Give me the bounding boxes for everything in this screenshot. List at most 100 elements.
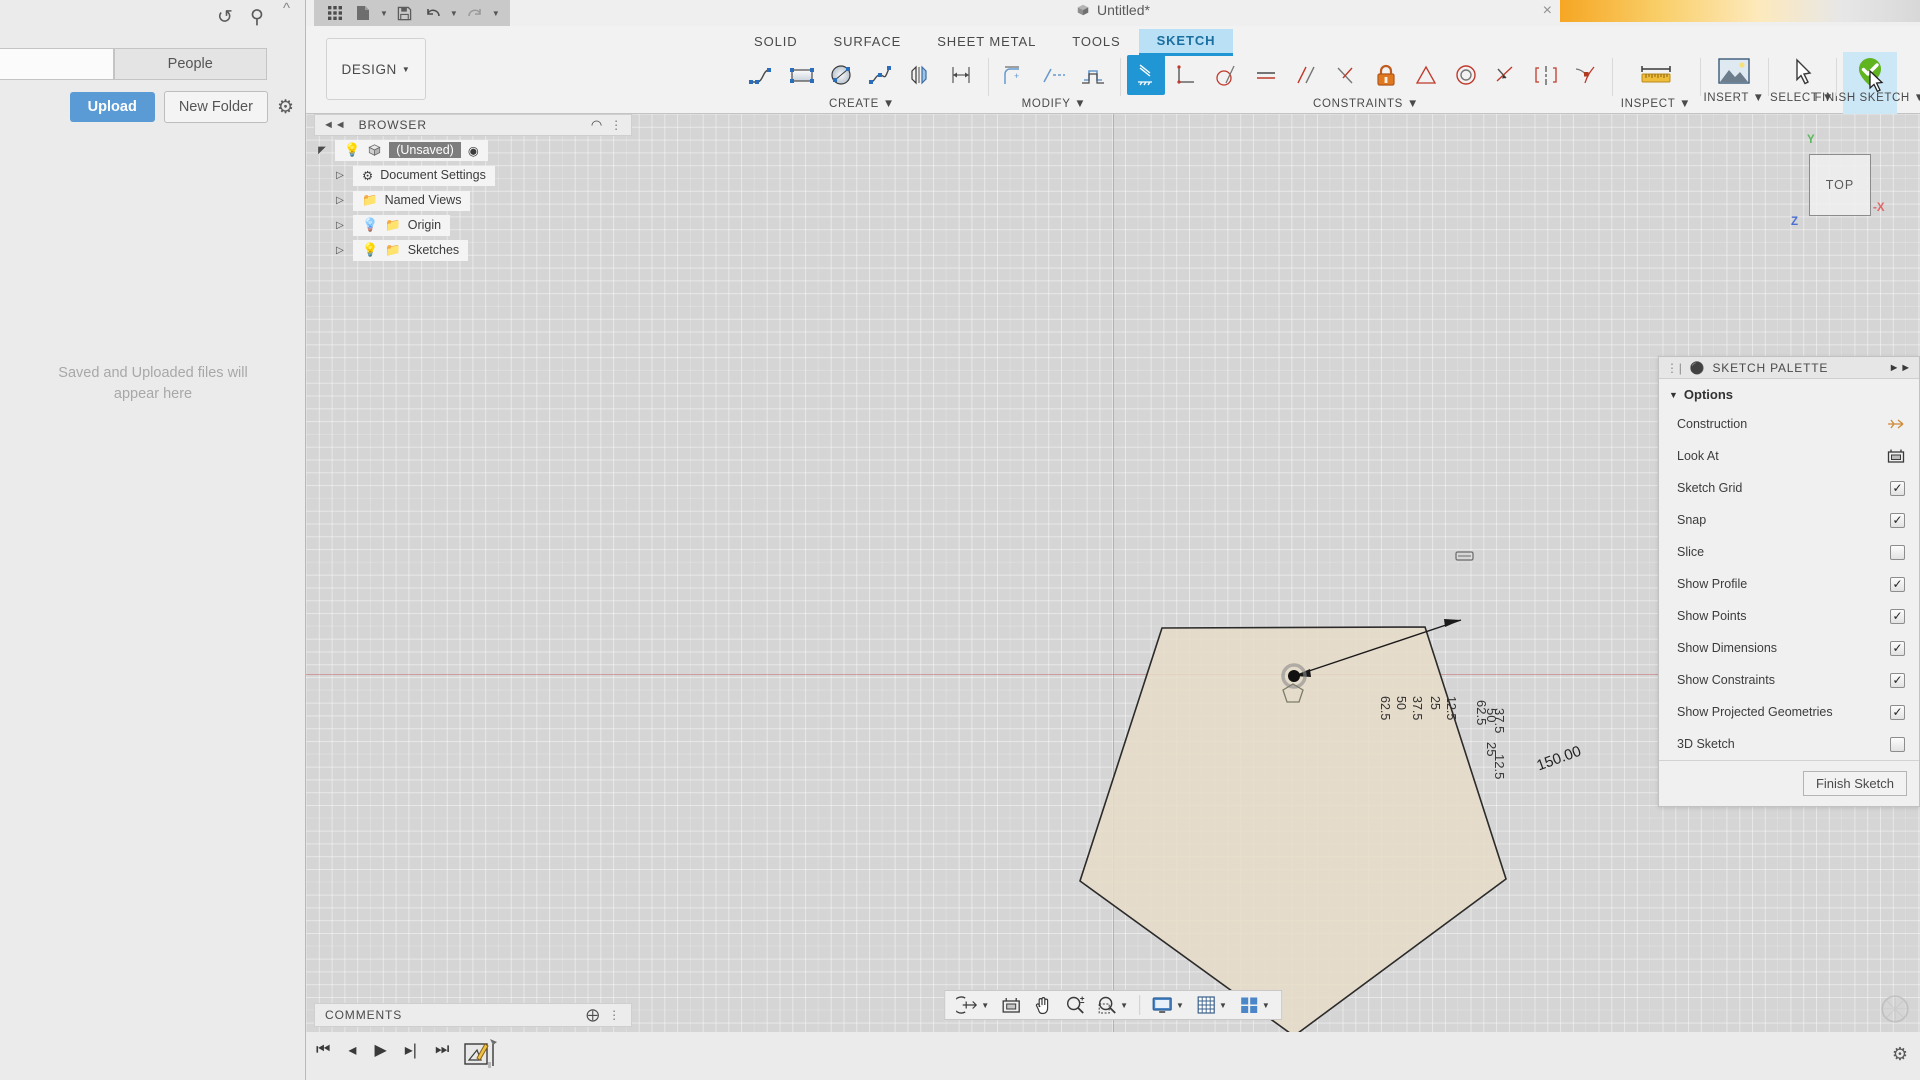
data-panel-tab-data[interactable] xyxy=(0,48,114,80)
workspace-switcher[interactable]: DESIGN ▼ xyxy=(326,38,426,100)
zoom-window-button[interactable]: ▼ xyxy=(1092,992,1133,1018)
timeline-sketch-feature[interactable] xyxy=(464,1036,498,1077)
symmetry-icon[interactable] xyxy=(1527,55,1565,95)
fix-lock-icon[interactable] xyxy=(1367,55,1405,95)
visibility-bulb-icon[interactable]: 💡 xyxy=(362,217,378,233)
browser-menu-icon[interactable]: ◠ xyxy=(591,117,603,133)
viewports-button[interactable]: ▼ xyxy=(1234,992,1275,1018)
collapse-right-icon[interactable]: ►► xyxy=(1889,362,1912,374)
expand-caret-icon[interactable]: ▷ xyxy=(332,170,348,181)
palette-row-show-projected-geometries[interactable]: Show Projected Geometries ✓ xyxy=(1659,696,1919,728)
undo-icon[interactable] xyxy=(420,2,446,24)
look-at-icon[interactable] xyxy=(1887,448,1905,464)
chevron-down-icon[interactable]: ▼ xyxy=(1176,1001,1184,1010)
redo-caret-icon[interactable]: ▼ xyxy=(490,9,502,18)
palette-finish-sketch-button[interactable]: Finish Sketch xyxy=(1803,771,1907,796)
spline-icon[interactable] xyxy=(863,55,901,95)
circle-icon[interactable] xyxy=(823,55,861,95)
tab-surface[interactable]: SURFACE xyxy=(816,30,920,54)
equal-icon[interactable] xyxy=(1247,55,1285,95)
chevron-down-icon[interactable]: ▼ xyxy=(1120,1001,1128,1010)
show-profile-checkbox[interactable]: ✓ xyxy=(1890,577,1905,592)
palette-grip-icon[interactable]: ⋮| xyxy=(1666,361,1683,375)
coincident-icon[interactable] xyxy=(1487,55,1525,95)
group-label-modify[interactable]: MODIFY ▼ xyxy=(1022,98,1087,114)
search-icon[interactable]: ⚲ xyxy=(250,6,264,29)
grid-apps-icon[interactable] xyxy=(322,2,348,24)
expand-caret-icon[interactable]: ▷ xyxy=(332,245,348,256)
tab-sheet-metal[interactable]: SHEET METAL xyxy=(919,30,1054,54)
measure-ruler-icon[interactable] xyxy=(1633,55,1679,95)
new-folder-button[interactable]: New Folder xyxy=(164,91,268,123)
palette-row-snap[interactable]: Snap ✓ xyxy=(1659,504,1919,536)
new-document-caret-icon[interactable]: ▼ xyxy=(378,9,390,18)
show-dimensions-checkbox[interactable]: ✓ xyxy=(1890,641,1905,656)
tree-node-sketches[interactable]: ▷ 💡 📁 Sketches xyxy=(314,240,632,261)
dimension-icon[interactable] xyxy=(943,55,981,95)
palette-row-sketch-grid[interactable]: Sketch Grid ✓ xyxy=(1659,472,1919,504)
display-settings-button[interactable]: ▼ xyxy=(1146,992,1189,1018)
palette-row-show-dimensions[interactable]: Show Dimensions ✓ xyxy=(1659,632,1919,664)
visibility-bulb-icon[interactable]: 💡 xyxy=(362,242,378,258)
view-cube-face-top[interactable]: TOP xyxy=(1809,154,1871,216)
visibility-bulb-icon[interactable]: 💡 xyxy=(344,142,360,158)
midpoint-icon[interactable] xyxy=(1407,55,1445,95)
perpendicular-icon[interactable] xyxy=(1167,55,1205,95)
upload-button[interactable]: Upload xyxy=(70,92,155,122)
line-icon[interactable] xyxy=(743,55,781,95)
visibility-eye-icon[interactable]: ◉ xyxy=(468,143,479,158)
undo-caret-icon[interactable]: ▼ xyxy=(448,9,460,18)
grid-snap-button[interactable]: ▼ xyxy=(1191,992,1232,1018)
show-constraints-checkbox[interactable]: ✓ xyxy=(1890,673,1905,688)
chevron-down-icon[interactable]: ▼ xyxy=(1219,1001,1227,1010)
orbit-button[interactable]: ▼ xyxy=(951,992,994,1018)
palette-row-3d-sketch[interactable]: 3D Sketch xyxy=(1659,728,1919,760)
collinear-icon[interactable] xyxy=(1327,55,1365,95)
step-back-icon[interactable]: ◂ xyxy=(348,1040,356,1060)
tree-node-origin[interactable]: ▷ 💡 📁 Origin xyxy=(314,215,632,236)
browser-grip-icon[interactable]: ⋮ xyxy=(610,118,623,132)
insert-button[interactable]: INSERT ▼ xyxy=(1707,52,1761,114)
palette-row-construction[interactable]: Construction xyxy=(1659,408,1919,440)
sketch-grid-checkbox[interactable]: ✓ xyxy=(1890,481,1905,496)
expand-caret-icon[interactable]: ▷ xyxy=(332,220,348,231)
tree-node-document-settings[interactable]: ▷ ⚙ Document Settings xyxy=(314,165,632,186)
timeline-settings-gear-icon[interactable]: ⚙ xyxy=(1892,1044,1908,1065)
show-projected-geometries-checkbox[interactable]: ✓ xyxy=(1890,705,1905,720)
trim-icon[interactable] xyxy=(1035,55,1073,95)
palette-menu-icon[interactable]: ⚫ xyxy=(1690,361,1706,375)
redo-icon[interactable] xyxy=(462,2,488,24)
zoom-button[interactable] xyxy=(1060,992,1090,1018)
fillet-icon[interactable]: + xyxy=(995,55,1033,95)
rectangle-icon[interactable] xyxy=(783,55,821,95)
close-icon[interactable]: × xyxy=(1543,2,1552,20)
slice-checkbox[interactable] xyxy=(1890,545,1905,560)
tree-node-unsaved[interactable]: ◤ 💡 (Unsaved) ◉ xyxy=(314,140,632,161)
palette-row-show-constraints[interactable]: Show Constraints ✓ xyxy=(1659,664,1919,696)
comments-panel[interactable]: COMMENTS ⨁ ⋮ xyxy=(314,1003,632,1027)
show-points-checkbox[interactable]: ✓ xyxy=(1890,609,1905,624)
group-label-constraints[interactable]: CONSTRAINTS ▼ xyxy=(1313,98,1419,114)
group-label-create[interactable]: CREATE ▼ xyxy=(829,98,895,114)
chevron-up-icon[interactable]: ^ xyxy=(283,0,290,17)
offset-icon[interactable] xyxy=(1075,55,1113,95)
curvature-icon[interactable] xyxy=(1567,55,1605,95)
step-forward-icon[interactable]: ▸| xyxy=(405,1040,417,1060)
pan-button[interactable] xyxy=(1028,992,1058,1018)
play-icon[interactable]: ▶ xyxy=(374,1040,386,1060)
group-label-inspect[interactable]: INSPECT ▼ xyxy=(1621,98,1692,114)
palette-row-show-points[interactable]: Show Points ✓ xyxy=(1659,600,1919,632)
add-comment-icon[interactable]: ⨁ xyxy=(586,1007,600,1023)
palette-row-show-profile[interactable]: Show Profile ✓ xyxy=(1659,568,1919,600)
tab-solid[interactable]: SOLID xyxy=(736,30,816,54)
skip-end-icon[interactable]: ⏭ xyxy=(435,1041,449,1059)
vertical-horizontal-icon[interactable] xyxy=(1127,55,1165,95)
expand-caret-icon[interactable]: ◤ xyxy=(314,145,330,156)
snap-checkbox[interactable]: ✓ xyxy=(1890,513,1905,528)
skip-start-icon[interactable]: ⏮ xyxy=(316,1041,330,1059)
tab-tools[interactable]: TOOLS xyxy=(1054,30,1138,54)
comments-grip-icon[interactable]: ⋮ xyxy=(608,1008,621,1022)
tangent-icon[interactable] xyxy=(1207,55,1245,95)
palette-section-options[interactable]: ▼ Options xyxy=(1659,379,1919,408)
mirror-icon[interactable] xyxy=(903,55,941,95)
